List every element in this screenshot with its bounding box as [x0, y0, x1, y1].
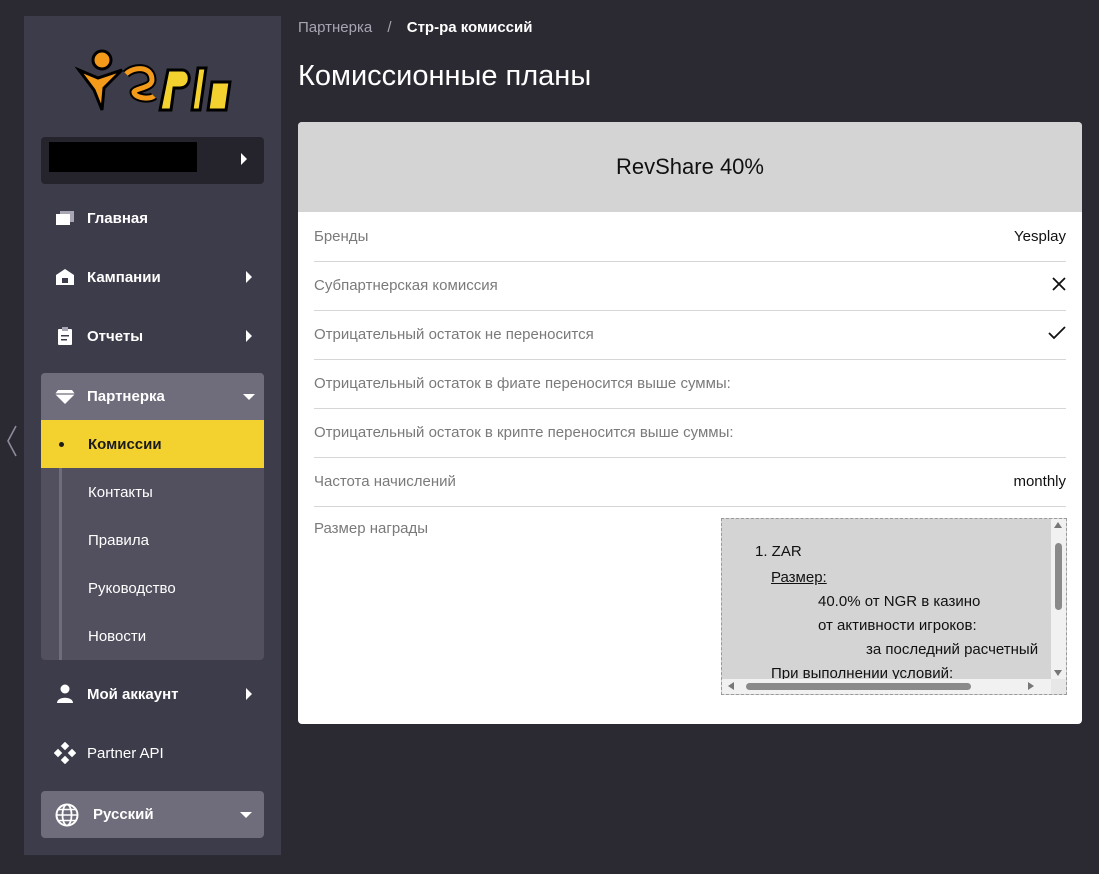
nav-partner[interactable]: Партнерка	[41, 373, 264, 420]
row-value: Yesplay	[1014, 228, 1066, 245]
nav-reports-label: Отчеты	[87, 327, 144, 345]
user-icon	[43, 684, 87, 704]
breadcrumb-separator: /	[387, 19, 392, 36]
plan-row-negative-carryover: Отрицательный остаток не переносится	[314, 310, 1066, 360]
breadcrumb: Партнерка / Стр-ра комиссий	[298, 19, 532, 36]
reward-details-content: 1. ZAR Размер: 40.0% от NGR в казино от …	[722, 519, 1052, 682]
commission-plan-card: RevShare 40% Бренды Yesplay Субпартнерск…	[298, 122, 1082, 724]
reward-line: 1. ZAR	[755, 543, 802, 560]
clipboard-icon	[43, 326, 87, 346]
check-icon	[1048, 325, 1066, 344]
scroll-up-arrow-icon[interactable]	[1054, 522, 1062, 528]
row-key: Отрицательный остаток в крипте переносит…	[314, 424, 734, 441]
nav-rules-label: Правила	[88, 531, 149, 549]
chevron-right-icon	[241, 153, 247, 165]
reward-line: от активности игроков:	[818, 617, 977, 634]
diamond-icon	[43, 389, 87, 405]
cross-icon	[1052, 276, 1066, 295]
scroll-right-arrow-icon[interactable]	[1028, 682, 1034, 690]
plan-row-fiat-threshold: Отрицательный остаток в фиате переноситс…	[314, 359, 1066, 409]
active-dot	[59, 442, 64, 447]
nav-rules[interactable]: Правила	[41, 516, 264, 564]
nav-partner-api[interactable]: Partner API	[41, 729, 264, 777]
scroll-down-arrow-icon[interactable]	[1054, 670, 1062, 676]
nav-commissions[interactable]: Комиссии	[41, 420, 264, 468]
language-select[interactable]: Русский	[41, 791, 264, 838]
nav-partner-api-label: Partner API	[87, 744, 164, 762]
chevron-right-icon	[234, 271, 264, 283]
reward-line: 40.0% от NGR в казино	[818, 593, 981, 610]
redacted-account-name	[49, 142, 197, 172]
chevron-right-icon	[234, 330, 264, 342]
breadcrumb-parent[interactable]: Партнерка	[298, 19, 372, 36]
reward-details-scrollbox[interactable]: 1. ZAR Размер: 40.0% от NGR в казино от …	[721, 518, 1067, 695]
nav-campaigns[interactable]: Кампании	[41, 253, 264, 301]
chevron-right-icon	[234, 688, 264, 700]
row-key: Субпартнерская комиссия	[314, 277, 498, 294]
nav-home[interactable]: Главная	[41, 194, 264, 242]
vertical-scrollbar[interactable]	[1051, 519, 1066, 679]
api-icon	[43, 742, 87, 764]
vertical-scroll-thumb[interactable]	[1055, 543, 1062, 610]
plan-title: RevShare 40%	[298, 122, 1082, 212]
row-key: Частота начислений	[314, 473, 456, 490]
account-switcher[interactable]	[41, 137, 264, 184]
plan-row-brands: Бренды Yesplay	[314, 212, 1066, 262]
plan-row-subpartner: Субпартнерская комиссия	[314, 261, 1066, 311]
nav-campaigns-label: Кампании	[87, 268, 161, 286]
nav-account-label: Мой аккаунт	[87, 685, 179, 703]
nav-partner-group: Партнерка Комиссии Контакты Правила Руко…	[41, 373, 264, 660]
yesplay-logo[interactable]	[74, 40, 234, 130]
reward-line: Размер:	[771, 569, 827, 586]
globe-icon	[41, 803, 93, 827]
language-label: Русский	[93, 806, 154, 823]
nav-guide[interactable]: Руководство	[41, 564, 264, 612]
row-value: monthly	[1013, 473, 1066, 490]
nav-contacts-label: Контакты	[88, 483, 153, 501]
nav-news-label: Новости	[88, 627, 147, 645]
sidebar: Главная Кампании Отчеты Партнерка Комисс…	[24, 16, 281, 855]
shop-icon	[43, 268, 87, 286]
nav-account[interactable]: Мой аккаунт	[41, 670, 264, 718]
nav-guide-label: Руководство	[88, 579, 176, 597]
horizontal-scroll-thumb[interactable]	[746, 683, 971, 690]
window-icon	[43, 210, 87, 226]
scroll-left-arrow-icon[interactable]	[728, 682, 734, 690]
reward-line: за последний расчетный	[866, 641, 1039, 658]
plan-row-frequency: Частота начислений monthly	[314, 457, 1066, 507]
nav-partner-label: Партнерка	[87, 388, 165, 405]
nav-contacts[interactable]: Контакты	[41, 468, 264, 516]
chevron-down-icon	[234, 393, 264, 401]
nav-commissions-label: Комиссии	[88, 435, 162, 453]
row-key: Бренды	[314, 228, 369, 245]
plan-row-crypto-threshold: Отрицательный остаток в крипте переносит…	[314, 408, 1066, 458]
nav-reports[interactable]: Отчеты	[41, 312, 264, 360]
nav-home-label: Главная	[87, 209, 149, 227]
nav-news[interactable]: Новости	[41, 612, 264, 660]
breadcrumb-current: Стр-ра комиссий	[406, 19, 533, 36]
row-key: Отрицательный остаток не переносится	[314, 326, 594, 343]
page-title: Комиссионные планы	[298, 60, 592, 92]
row-key: Отрицательный остаток в фиате переноситс…	[314, 375, 731, 392]
chevron-down-icon	[228, 811, 264, 819]
horizontal-scrollbar[interactable]	[722, 679, 1052, 694]
scrollbar-corner	[1051, 679, 1066, 694]
reward-label: Размер награды	[314, 520, 429, 537]
sidebar-collapse-handle[interactable]	[5, 424, 19, 458]
